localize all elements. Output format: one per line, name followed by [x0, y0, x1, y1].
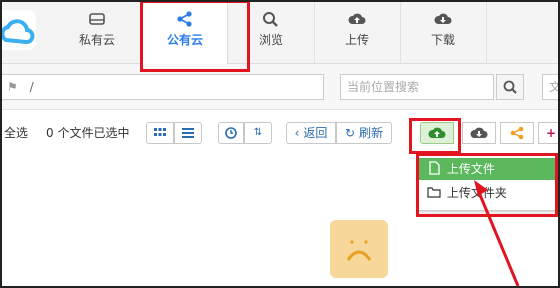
app-window: 私有云 公有云 浏览 上传 下载 ⚑ / 当前位置搜索 文 全选 0 个文件已选…	[0, 0, 560, 288]
annotation-arrow	[474, 180, 520, 287]
